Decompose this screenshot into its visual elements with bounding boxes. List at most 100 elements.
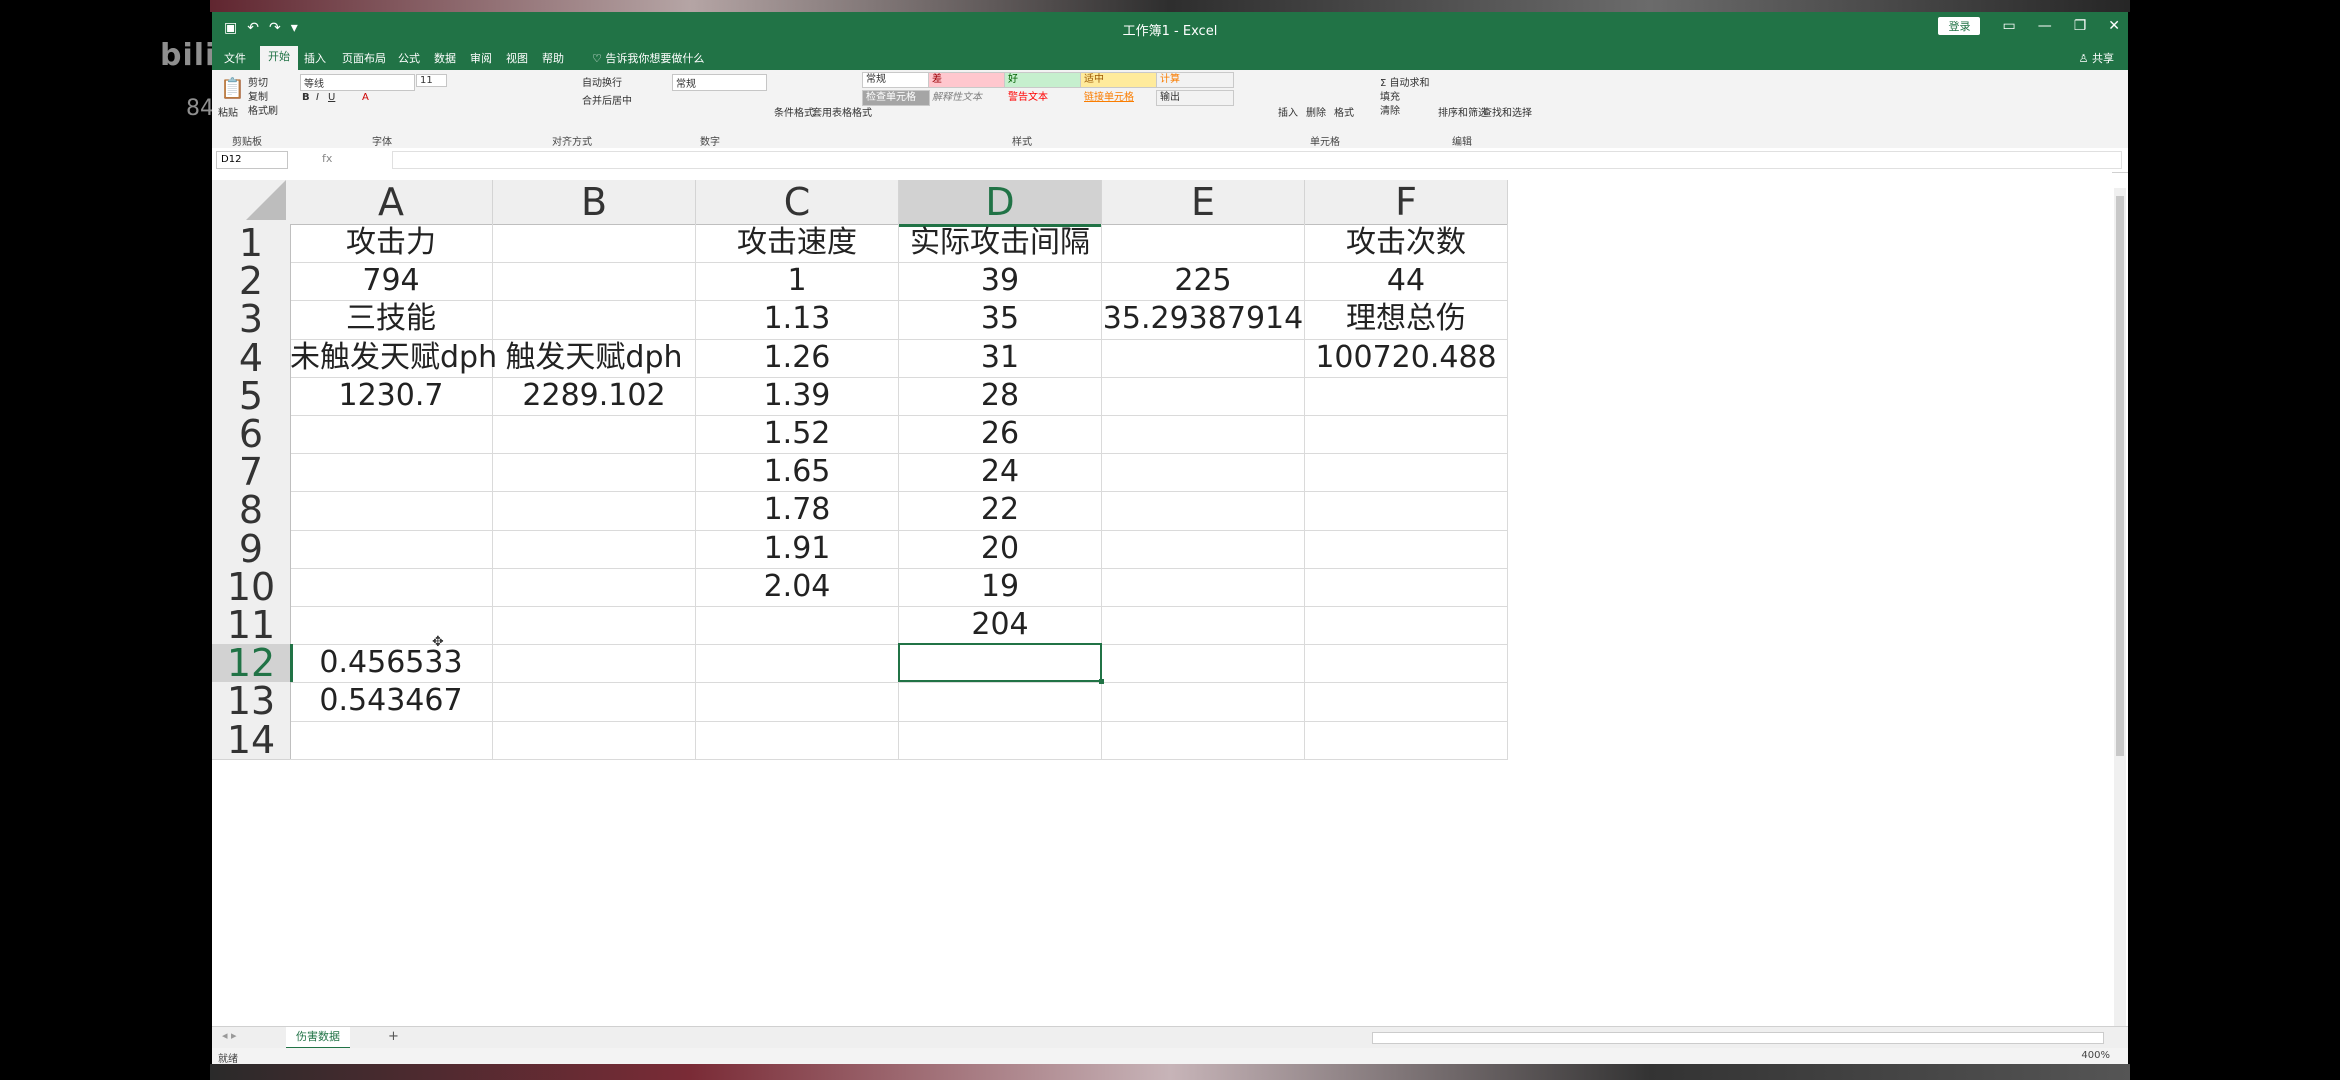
formula-input[interactable]: [392, 151, 2122, 169]
cell-a14[interactable]: [290, 720, 493, 760]
cell-a10[interactable]: [290, 567, 493, 607]
cell-b2[interactable]: [493, 262, 696, 302]
row-header-14[interactable]: 14: [212, 720, 291, 760]
clear-button[interactable]: 清除: [1380, 102, 1400, 117]
cell-c5[interactable]: 1.39: [696, 376, 899, 416]
cell-a9[interactable]: [290, 529, 493, 569]
cell-e13[interactable]: [1102, 682, 1305, 722]
style-neutral[interactable]: 适中: [1080, 72, 1158, 88]
tab-home[interactable]: 开始: [260, 46, 298, 70]
cell-a7[interactable]: [290, 453, 493, 493]
name-box[interactable]: D12: [216, 151, 288, 169]
fx-icon[interactable]: fx: [322, 152, 332, 165]
insert-cells-button[interactable]: 插入: [1278, 104, 1298, 119]
cell-e5[interactable]: [1102, 376, 1305, 416]
tab-view[interactable]: 视图: [506, 50, 528, 66]
cell-d8[interactable]: 22: [899, 491, 1102, 531]
cell-b9[interactable]: [493, 529, 696, 569]
cell-d9[interactable]: 20: [899, 529, 1102, 569]
cell-e4[interactable]: [1102, 338, 1305, 378]
cell-a8[interactable]: [290, 491, 493, 531]
cell-c4[interactable]: 1.26: [696, 338, 899, 378]
style-good[interactable]: 好: [1004, 72, 1082, 88]
bold-icon[interactable]: B: [302, 92, 310, 103]
delete-cells-button[interactable]: 删除: [1306, 104, 1326, 119]
cell-e3[interactable]: 35.29387914: [1102, 300, 1305, 340]
cell-a4[interactable]: 未触发天赋dph: [290, 338, 497, 378]
sheet-tab-damage-data[interactable]: 伤害数据: [286, 1027, 350, 1049]
cell-b5[interactable]: 2289.102: [493, 376, 696, 416]
cell-d4[interactable]: 31: [899, 338, 1102, 378]
tab-review[interactable]: 审阅: [470, 50, 492, 66]
cell-d14[interactable]: [899, 720, 1102, 760]
row-header-4[interactable]: 4: [212, 338, 291, 378]
cell-f5[interactable]: [1305, 376, 1508, 416]
number-format-select[interactable]: 常规: [672, 74, 767, 91]
cell-e1[interactable]: [1102, 224, 1305, 264]
cell-a12[interactable]: 0.456533: [290, 644, 493, 684]
cell-b8[interactable]: [493, 491, 696, 531]
cell-a13[interactable]: 0.543467: [290, 682, 493, 722]
wrap-text-button[interactable]: 自动换行: [582, 74, 622, 89]
cell-c8[interactable]: 1.78: [696, 491, 899, 531]
row-header-3[interactable]: 3: [212, 300, 291, 340]
cell-e6[interactable]: [1102, 415, 1305, 455]
cut-button[interactable]: 剪切: [248, 74, 268, 89]
merge-center-button[interactable]: 合并后居中: [582, 92, 632, 107]
cell-c12[interactable]: [696, 644, 899, 684]
column-header-d[interactable]: D: [899, 180, 1102, 227]
row-header-8[interactable]: 8: [212, 491, 291, 531]
cell-e14[interactable]: [1102, 720, 1305, 760]
worksheet-grid[interactable]: ABCDEF 1 攻击力 攻击速度 实际攻击间隔 攻击次数 2 794 1 39 225 44 3 三技…: [212, 172, 2112, 1032]
cell-b1[interactable]: [493, 224, 696, 264]
cell-f7[interactable]: [1305, 453, 1508, 493]
cell-f11[interactable]: [1305, 606, 1508, 646]
cell-e7[interactable]: [1102, 453, 1305, 493]
style-warning[interactable]: 警告文本: [1004, 90, 1082, 106]
cell-f1[interactable]: 攻击次数: [1305, 224, 1508, 264]
cell-a11[interactable]: [290, 606, 493, 646]
cell-b6[interactable]: [493, 415, 696, 455]
cell-b10[interactable]: [493, 567, 696, 607]
vertical-scroll-thumb[interactable]: [2116, 196, 2124, 756]
font-color-icon[interactable]: A: [362, 92, 369, 103]
tab-help[interactable]: 帮助: [542, 50, 564, 66]
cell-d10[interactable]: 19: [899, 567, 1102, 607]
cell-a3[interactable]: 三技能: [290, 300, 493, 340]
style-calculation[interactable]: 计算: [1156, 72, 1234, 88]
cell-f2[interactable]: 44: [1305, 262, 1508, 302]
cell-d2[interactable]: 39: [899, 262, 1102, 302]
cell-c11[interactable]: [696, 606, 899, 646]
zoom-level[interactable]: 400%: [2081, 1050, 2110, 1061]
share-button[interactable]: ♙ 共享: [2079, 50, 2114, 66]
cell-f8[interactable]: [1305, 491, 1508, 531]
ribbon-display-icon[interactable]: ▭: [2002, 18, 2015, 34]
cell-f12[interactable]: [1305, 644, 1508, 684]
format-painter-button[interactable]: 格式刷: [248, 102, 278, 117]
cell-c2[interactable]: 1: [696, 262, 899, 302]
style-output[interactable]: 输出: [1156, 90, 1234, 106]
italic-icon[interactable]: I: [316, 92, 319, 103]
format-cells-button[interactable]: 格式: [1334, 104, 1354, 119]
cell-f4[interactable]: 100720.488: [1305, 338, 1508, 378]
close-icon[interactable]: ✕: [2108, 18, 2120, 34]
cell-d3[interactable]: 35: [899, 300, 1102, 340]
cell-b3[interactable]: [493, 300, 696, 340]
cell-c1[interactable]: 攻击速度: [696, 224, 899, 264]
cell-f10[interactable]: [1305, 567, 1508, 607]
find-select-button[interactable]: 查找和选择: [1482, 104, 1532, 119]
style-bad[interactable]: 差: [928, 72, 1006, 88]
cell-a2[interactable]: 794: [290, 262, 493, 302]
conditional-format-button[interactable]: 条件格式: [774, 104, 814, 119]
tab-formulas[interactable]: 公式: [398, 50, 420, 66]
cell-b7[interactable]: [493, 453, 696, 493]
cell-d11[interactable]: 204: [899, 606, 1102, 646]
style-explanatory[interactable]: 解释性文本: [928, 90, 1006, 106]
style-normal[interactable]: 常规: [862, 72, 930, 88]
sort-filter-button[interactable]: 排序和筛选: [1438, 104, 1488, 119]
cell-f14[interactable]: [1305, 720, 1508, 760]
column-header-e[interactable]: E: [1102, 180, 1305, 225]
row-header-10[interactable]: 10: [212, 568, 291, 607]
cell-c10[interactable]: 2.04: [696, 567, 899, 607]
cell-c3[interactable]: 1.13: [696, 300, 899, 340]
